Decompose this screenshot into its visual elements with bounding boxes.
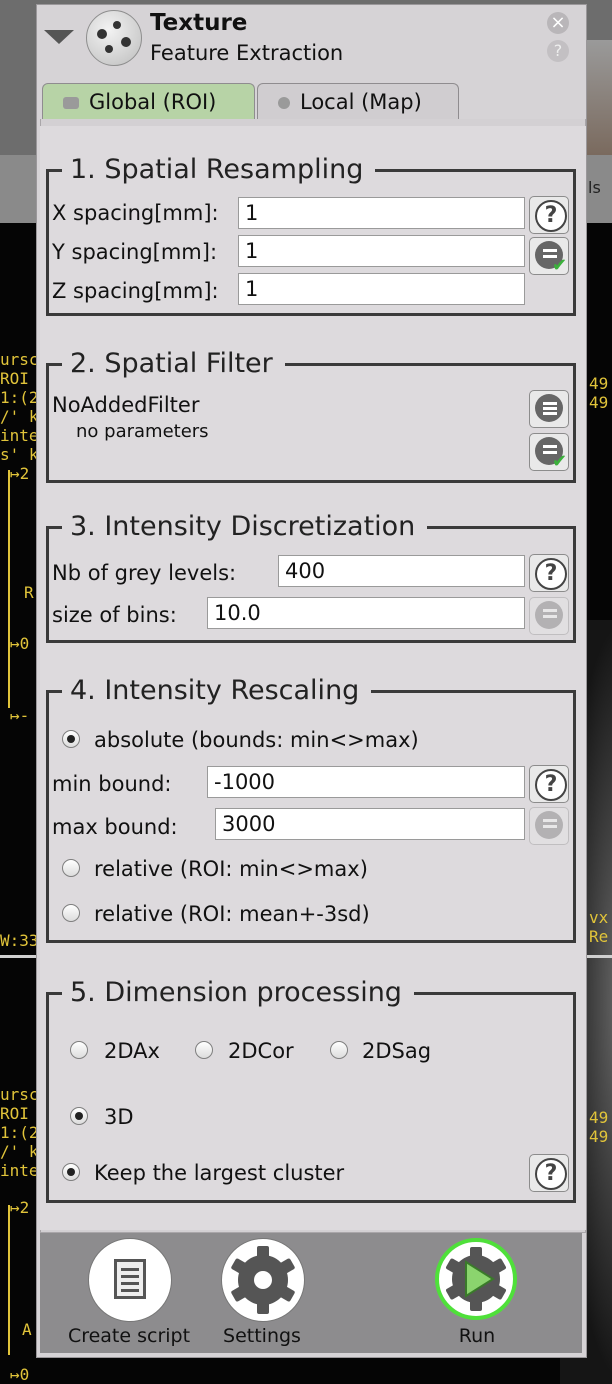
- section-title: 1. Spatial Resampling: [62, 154, 376, 185]
- tab-global-roi[interactable]: Global (ROI): [42, 83, 255, 119]
- rescaling-help-button[interactable]: ?: [529, 765, 569, 803]
- absolute-radio[interactable]: [62, 730, 80, 748]
- create-script-button[interactable]: [88, 1238, 172, 1322]
- viewer-overlay-text: ↦0: [10, 1365, 30, 1384]
- radio-3d[interactable]: [70, 1107, 88, 1125]
- discretization-help-button[interactable]: ?: [529, 554, 569, 592]
- relative-meansd-label: relative (ROI: mean+-3sd): [94, 902, 370, 926]
- viewer-overlay-text: ↦2: [10, 464, 30, 483]
- bin-size-input[interactable]: [207, 597, 525, 629]
- collapse-arrow-icon[interactable]: [44, 30, 74, 44]
- settings-check-icon: ✔: [535, 241, 567, 276]
- run-label: Run: [458, 1325, 496, 1347]
- radio-2dax[interactable]: [70, 1041, 88, 1059]
- viewer-overlay-text: 49 49: [589, 374, 609, 412]
- grey-levels-input[interactable]: [278, 555, 525, 587]
- tab-label: Local (Map): [300, 90, 422, 114]
- settings-button[interactable]: [221, 1238, 305, 1322]
- texture-icon: [86, 10, 142, 66]
- min-bound-input[interactable]: [207, 766, 525, 798]
- tab-local-map[interactable]: Local (Map): [257, 83, 459, 119]
- viewer-overlay-text: ↦0: [10, 634, 30, 653]
- dimension-help-button[interactable]: ?: [529, 1154, 569, 1192]
- viewer-overlay-text: 49 49: [589, 1108, 609, 1146]
- grey-levels-label: Nb of grey levels:: [52, 561, 237, 585]
- relative-minmax-radio[interactable]: [62, 859, 80, 877]
- create-script-label: Create script: [67, 1325, 191, 1347]
- settings-check-icon: ✔: [535, 437, 567, 472]
- sliders-icon: [535, 394, 563, 422]
- filter-settings-button[interactable]: [529, 390, 569, 428]
- viewer-ruler: [8, 1205, 10, 1355]
- min-bound-label: min bound:: [52, 772, 172, 796]
- keep-largest-cluster-label: Keep the largest cluster: [94, 1161, 345, 1185]
- settings-check-icon: [535, 601, 563, 629]
- resampling-help-button[interactable]: ?: [529, 196, 569, 234]
- section-title: 3. Intensity Discretization: [62, 511, 428, 542]
- help-icon: ?: [535, 769, 567, 801]
- viewer-ruler: [8, 470, 10, 708]
- absolute-label: absolute (bounds: min<>max): [94, 728, 419, 752]
- background-label: ls: [588, 178, 601, 197]
- play-gear-icon: [446, 1247, 506, 1311]
- section-title: 2. Spatial Filter: [62, 348, 285, 379]
- close-icon[interactable]: ×: [547, 12, 569, 34]
- help-icon[interactable]: ?: [547, 40, 569, 62]
- panel-subtitle: Feature Extraction: [150, 41, 344, 65]
- bin-size-label: size of bins:: [52, 603, 177, 627]
- discretization-validate-button[interactable]: [529, 597, 569, 635]
- roi-icon: [63, 97, 79, 109]
- run-button[interactable]: [435, 1238, 517, 1320]
- relative-meansd-radio[interactable]: [62, 904, 80, 922]
- map-icon: [278, 97, 290, 109]
- y-spacing-input[interactable]: [238, 235, 525, 267]
- x-spacing-label: X spacing[mm]:: [52, 201, 219, 225]
- section-title: 4. Intensity Rescaling: [62, 675, 372, 706]
- viewer-overlay-text: vx Re: [589, 908, 609, 946]
- gear-icon: [231, 1246, 295, 1314]
- filter-validate-button[interactable]: ✔: [529, 433, 569, 472]
- label-2dsag: 2DSag: [362, 1039, 432, 1063]
- tab-label: Global (ROI): [89, 90, 217, 114]
- script-icon: [114, 1259, 146, 1299]
- viewer-overlay-text: ↦-: [10, 706, 30, 725]
- radio-2dsag[interactable]: [330, 1041, 348, 1059]
- viewer-overlay-text: A: [22, 1320, 32, 1339]
- keep-largest-cluster-toggle[interactable]: [62, 1163, 80, 1181]
- settings-label: Settings: [223, 1325, 301, 1347]
- help-icon: ?: [535, 558, 567, 590]
- filter-name: NoAddedFilter: [52, 393, 200, 417]
- help-icon: ?: [535, 1158, 567, 1190]
- y-spacing-label: Y spacing[mm]:: [52, 240, 218, 264]
- background-image-thumb: [585, 40, 612, 155]
- label-2dcor: 2DCor: [228, 1039, 294, 1063]
- max-bound-label: max bound:: [52, 815, 178, 839]
- resampling-validate-button[interactable]: ✔: [529, 237, 569, 276]
- z-spacing-label: Z spacing[mm]:: [52, 279, 219, 303]
- settings-check-icon: [535, 811, 563, 839]
- label-2dax: 2DAx: [104, 1039, 160, 1063]
- filter-params: no parameters: [76, 421, 209, 442]
- viewer-overlay-text: W:33: [0, 931, 39, 950]
- z-spacing-input[interactable]: [238, 273, 525, 305]
- panel-title: Texture: [150, 10, 248, 36]
- x-spacing-input[interactable]: [238, 197, 525, 229]
- rescaling-validate-button[interactable]: [529, 807, 569, 845]
- section-title: 5. Dimension processing: [62, 977, 414, 1008]
- radio-2dcor[interactable]: [195, 1041, 213, 1059]
- label-3d: 3D: [104, 1105, 134, 1129]
- help-icon: ?: [535, 200, 567, 232]
- relative-minmax-label: relative (ROI: min<>max): [94, 857, 368, 881]
- viewer-overlay-text: ↦2: [10, 1198, 30, 1217]
- viewer-overlay-text: R: [24, 583, 34, 602]
- max-bound-input[interactable]: [215, 808, 525, 840]
